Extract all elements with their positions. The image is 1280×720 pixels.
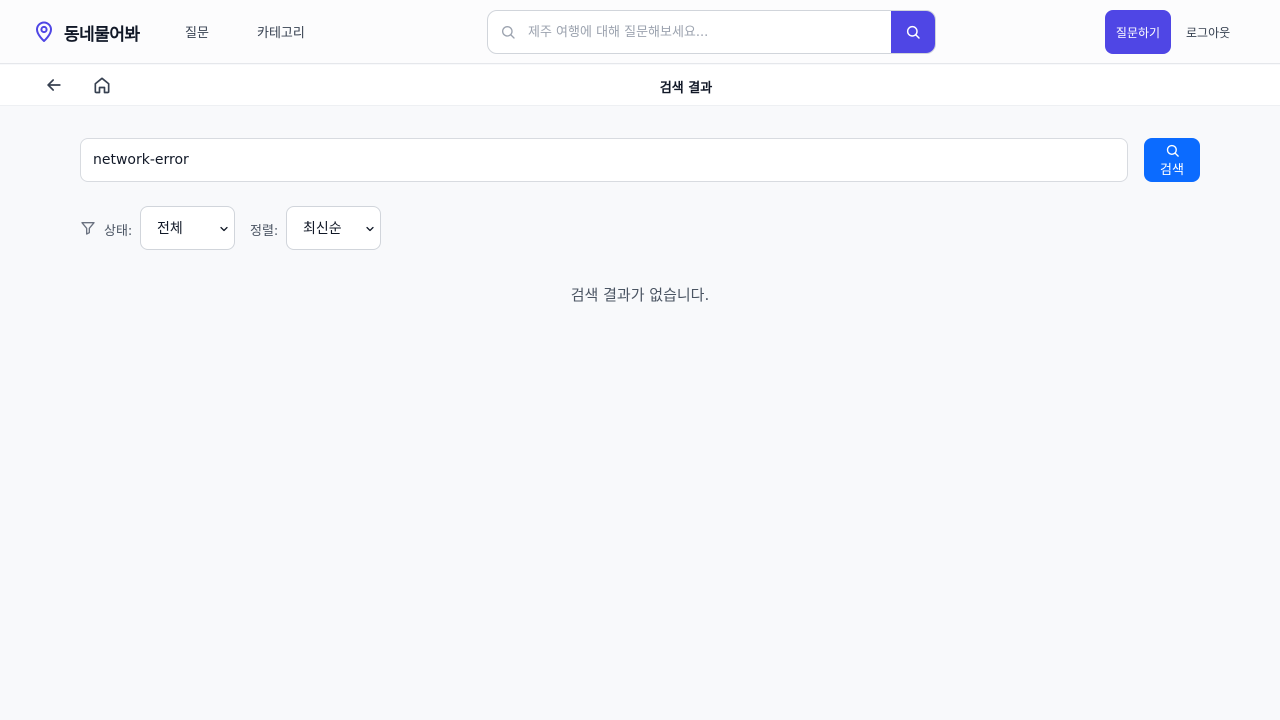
search-icon: [906, 25, 920, 39]
status-filter-label: 상태:: [104, 224, 133, 239]
search-submit-button[interactable]: 검색: [1144, 138, 1200, 182]
brand-logo[interactable]: 동네물어봐: [32, 20, 140, 45]
status-filter-select[interactable]: 전체: [140, 206, 235, 250]
filter-icon: [81, 222, 95, 235]
sort-select[interactable]: 최신순: [286, 206, 381, 250]
empty-results-message: 검색 결과가 없습니다.: [570, 286, 710, 304]
logout-button[interactable]: 로그아웃: [1186, 24, 1230, 41]
search-query-input[interactable]: [80, 138, 1128, 182]
brand-name: 동네물어봐: [64, 24, 140, 45]
chevron-down-icon: [220, 226, 228, 232]
header-search-button[interactable]: [891, 11, 935, 53]
status-filter-value: 전체: [157, 221, 183, 237]
nav-categories-link[interactable]: 카테고리: [257, 22, 305, 41]
header-search-input[interactable]: [528, 11, 888, 53]
chevron-down-icon: [366, 226, 374, 232]
page-subheader: 검색 결과: [0, 65, 1280, 106]
page-title: 검색 결과: [659, 81, 713, 96]
header-search-bar: [487, 10, 936, 54]
ask-question-button[interactable]: 질문하기: [1105, 10, 1171, 54]
nav-questions-link[interactable]: 질문: [185, 22, 209, 41]
sort-value: 최신순: [303, 221, 342, 237]
top-navbar: 동네물어봐 질문 카테고리 질문하기 로그아웃: [0, 0, 1280, 64]
search-submit-label: 검색: [1160, 161, 1184, 177]
search-icon: [502, 26, 515, 39]
search-icon: [1166, 144, 1179, 157]
map-pin-icon: [36, 21, 52, 42]
sort-label: 정렬:: [250, 224, 279, 239]
